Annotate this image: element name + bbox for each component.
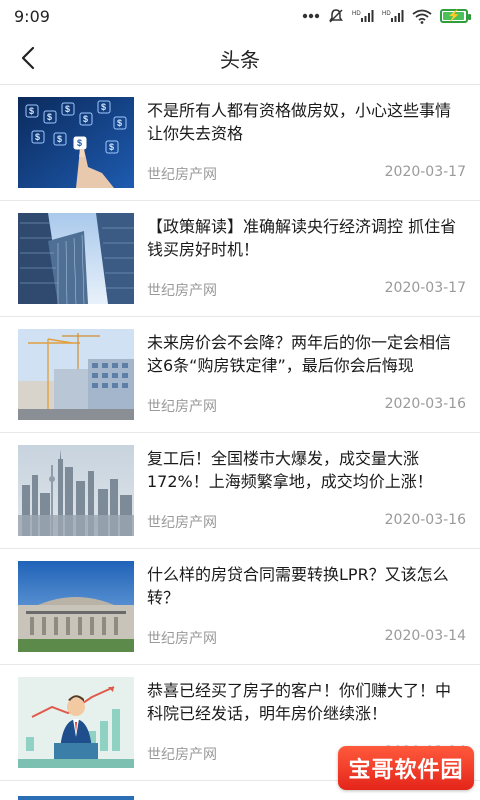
news-date: 2020-03-16 bbox=[384, 396, 466, 412]
news-source: 世纪房产网 bbox=[147, 167, 217, 183]
hd-signal-icon: HD bbox=[352, 10, 374, 22]
watermark-text: 宝哥软件园 bbox=[348, 758, 464, 783]
svg-text:HD: HD bbox=[382, 11, 391, 17]
news-item[interactable]: 未来房价会不会降？两年后的你一定会相信这6条“购房铁定律”，最后你会后悔现 世纪… bbox=[0, 317, 480, 433]
wifi-icon bbox=[412, 9, 432, 24]
news-date: 2020-03-17 bbox=[384, 280, 466, 296]
svg-text:$: $ bbox=[35, 132, 40, 142]
news-date: 2020-03-16 bbox=[384, 512, 466, 528]
chevron-left-icon bbox=[21, 46, 35, 70]
news-thumbnail bbox=[18, 213, 134, 304]
page-title: 头条 bbox=[220, 47, 260, 72]
news-thumbnail bbox=[18, 445, 134, 536]
hd-signal-icon: HD bbox=[382, 10, 404, 22]
news-title: 复工后！全国楼市大爆发，成交量大涨172%！上海频繁拿地，成交均价上涨！ bbox=[147, 449, 433, 491]
status-icons: HD HD ⚡ bbox=[302, 8, 471, 24]
svg-text:$: $ bbox=[57, 134, 62, 144]
status-bar: 9:09 HD HD ⚡ bbox=[0, 0, 480, 32]
speaker-chart-image bbox=[18, 677, 134, 768]
watermark-logo: 宝哥软件园 bbox=[338, 746, 474, 790]
svg-text:$: $ bbox=[109, 142, 114, 152]
news-source: 世纪房产网 bbox=[147, 631, 217, 647]
back-button[interactable] bbox=[10, 40, 46, 76]
news-item[interactable]: $ $ $ $ $ $ $ $ $ $ 不是所有人都有资格做房奴，小心这些事情让… bbox=[0, 85, 480, 201]
dots-icon bbox=[302, 13, 320, 19]
news-thumbnail: $ $ $ $ $ $ $ $ $ $ bbox=[18, 97, 134, 188]
news-thumbnail bbox=[18, 561, 134, 652]
news-title: 不是所有人都有资格做房奴，小心这些事情让你失去资格 bbox=[147, 101, 452, 143]
news-title: 【政策解读】准确解读央行经济调控 抓住省钱买房好时机！ bbox=[147, 217, 457, 259]
title-bar: 头条 bbox=[0, 32, 480, 85]
news-source: 世纪房产网 bbox=[147, 283, 217, 299]
svg-text:HD: HD bbox=[352, 11, 361, 17]
svg-text:$: $ bbox=[47, 112, 52, 122]
status-time: 9:09 bbox=[14, 6, 50, 26]
news-list: $ $ $ $ $ $ $ $ $ $ 不是所有人都有资格做房奴，小心这些事情让… bbox=[0, 85, 480, 781]
city-skyline-image bbox=[18, 445, 134, 536]
news-item[interactable]: 复工后！全国楼市大爆发，成交量大涨172%！上海频繁拿地，成交均价上涨！ 世纪房… bbox=[0, 433, 480, 549]
news-title: 未来房价会不会降？两年后的你一定会相信这6条“购房铁定律”，最后你会后悔现 bbox=[147, 333, 452, 375]
next-item-thumbnail-peek bbox=[18, 796, 134, 800]
construction-site-image bbox=[18, 329, 134, 420]
mute-icon bbox=[329, 9, 343, 23]
battery-charging-icon: ⚡ bbox=[440, 9, 471, 23]
skyscrapers-image bbox=[18, 213, 134, 304]
svg-text:$: $ bbox=[29, 106, 34, 116]
svg-text:$: $ bbox=[83, 114, 88, 124]
news-item[interactable]: 什么样的房贷合同需要转换LPR？又该怎么转？ 世纪房产网 2020-03-14 bbox=[0, 549, 480, 665]
news-thumbnail bbox=[18, 677, 134, 768]
news-title: 什么样的房贷合同需要转换LPR？又该怎么转？ bbox=[147, 565, 449, 607]
svg-text:$: $ bbox=[65, 104, 70, 114]
news-thumbnail bbox=[18, 329, 134, 420]
bank-building-image bbox=[18, 561, 134, 652]
news-date: 2020-03-14 bbox=[384, 628, 466, 644]
news-source: 世纪房产网 bbox=[147, 515, 217, 531]
news-date: 2020-03-17 bbox=[384, 164, 466, 180]
news-title: 恭喜已经买了房子的客户！你们赚大了！中科院已经发话，明年房价继续涨！ bbox=[147, 681, 452, 723]
news-source: 世纪房产网 bbox=[147, 399, 217, 415]
svg-text:$: $ bbox=[117, 118, 122, 128]
news-source: 世纪房产网 bbox=[147, 747, 217, 763]
svg-text:$: $ bbox=[101, 102, 106, 112]
news-item[interactable]: 【政策解读】准确解读央行经济调控 抓住省钱买房好时机！ 世纪房产网 2020-0… bbox=[0, 201, 480, 317]
finance-dollar-hand-image: $ $ $ $ $ $ $ $ $ $ bbox=[18, 97, 134, 188]
svg-text:$: $ bbox=[77, 138, 82, 148]
